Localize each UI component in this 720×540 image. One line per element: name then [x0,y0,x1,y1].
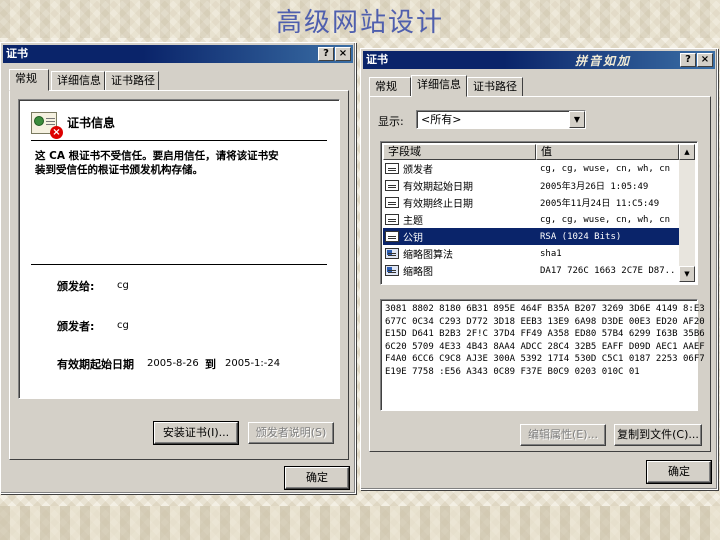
divider [31,264,327,265]
chevron-down-icon[interactable]: ▼ [569,111,585,128]
certificate-dialog-general: 证书 ? × 常规 详细信息 证书路径 × 证书信息 这 CA 根证书不受信任。… [0,42,356,494]
column-header-value[interactable]: 值 [536,144,679,160]
close-button[interactable]: × [335,47,351,61]
extension-icon [385,248,399,259]
list-item[interactable]: 颁发者 cg, cg, wuse, cn, wh, cn [383,160,679,177]
hex-line: E19E 7758 :E56 A343 0C89 F37E B0C9 0203 … [385,366,640,377]
scroll-down-icon[interactable]: ▼ [679,266,695,282]
slide-title: 高级网站设计 [275,8,444,38]
install-certificate-button[interactable]: 安装证书(I)... [153,421,239,445]
field-value: 2005年3月26日 1:05:49 [540,182,649,192]
tab-general[interactable]: 常规 [9,69,49,91]
copy-to-file-button[interactable]: 复制到文件(C)... [614,424,702,446]
field-name: 缩略图 [403,267,433,278]
field-name: 公钥 [403,233,423,244]
extension-icon [385,265,399,276]
title-bar: 证书 ? × [3,45,353,63]
decorative-bottom-border [0,506,720,540]
value-detail-box[interactable]: 3081 8802 8180 6B31 895E 464F B35A B207 … [380,299,705,411]
field-name: 有效期终止日期 [403,199,473,210]
hex-line: F4A0 6CC6 C9C8 AJ3E 300A 5392 17I4 530D … [385,354,705,364]
public-key-hex: 3081 8802 8180 6B31 895E 464F B35A B207 … [385,303,705,378]
show-label: 显示: [378,115,404,128]
untrusted-warning-line2: 装到受信任的根证书颁发机构存储。 [35,164,203,176]
tab-certificate-path[interactable]: 证书路径 [105,71,159,91]
hex-line: 677C 0C34 C293 D772 3D18 EEB3 13E9 6A98 … [385,316,705,327]
list-item[interactable]: 有效期终止日期 2005年11月24日 11:C5:49 [383,194,679,211]
help-button[interactable]: ? [318,47,334,61]
certificate-dialog-details: 证书 拼音如加 ? × 常规 详细信息 证书路径 显示: <所有> ▼ 字段域 … [360,48,718,490]
issued-to-value: cg [117,280,129,291]
show-dropdown[interactable]: <所有> ▼ [416,110,586,129]
field-value: DA17 726C 1663 2C7E D87.. [540,265,676,276]
issuer-statement-button[interactable]: 颁发者说明(S) [248,422,334,444]
validity-from: 2005-8-26 [147,358,199,369]
hex-line: 6C20 5709 4E33 4B43 8AA4 ADCC 28C4 32B5 … [385,341,705,352]
field-name: 缩略图算法 [403,250,453,261]
details-tab-panel: 显示: <所有> ▼ 字段域 值 颁发者 cg, cg, wuse, cn, w… [369,96,711,452]
tab-details[interactable]: 详细信息 [51,71,105,91]
vertical-scrollbar[interactable]: ▲ ▼ [679,144,695,282]
validity-to-label: 到 [205,358,216,371]
field-value: RSA (1024 Bits) [540,231,622,242]
hex-line: E15D D641 B2B3 2F!C 37D4 FF49 A358 ED80 … [385,329,705,339]
certificate-error-icon: × [31,112,63,139]
field-name: 颁发者 [403,165,433,176]
scroll-up-icon[interactable]: ▲ [679,144,695,160]
field-value: cg, cg, wuse, cn, wh, cn [540,163,671,174]
tab-details[interactable]: 详细信息 [411,75,467,97]
validity-to: 2005-1:-24 [225,358,281,369]
list-item[interactable]: 缩略图算法 sha1 [383,245,679,262]
list-item-selected[interactable]: 公钥 RSA (1024 Bits) [383,228,679,245]
certificate-info-box: × 证书信息 这 CA 根证书不受信任。要启用信任，请将该证书安 装到受信任的根… [18,99,340,399]
issued-by-label: 颁发者: [57,320,95,333]
general-tab-panel: × 证书信息 这 CA 根证书不受信任。要启用信任，请将该证书安 装到受信任的根… [9,90,349,460]
hex-line: 3081 8802 8180 6B31 895E 464F B35A B207 … [385,304,705,314]
field-value: sha1 [540,248,562,259]
help-button[interactable]: ? [680,53,696,67]
validity-label: 有效期起始日期 [57,358,134,371]
divider [31,140,327,141]
ok-button[interactable]: 确定 [646,460,712,484]
untrusted-warning-line1: 这 CA 根证书不受信任。要启用信任，请将该证书安 [35,150,279,162]
dialog-title: 证书 [366,53,388,66]
field-icon [385,231,399,242]
decorative-overlay-text: 拼音如加 [574,54,631,68]
title-bar: 证书 拼音如加 ? × [363,51,715,69]
dialog-title: 证书 [6,47,28,60]
field-icon [385,180,399,191]
list-header: 字段域 值 [383,144,679,160]
field-icon [385,163,399,174]
show-dropdown-value: <所有> [421,113,462,126]
column-header-field[interactable]: 字段域 [383,144,536,160]
issued-to-label: 颁发给: [57,280,95,293]
field-list: 字段域 值 颁发者 cg, cg, wuse, cn, wh, cn 有效期起始… [380,141,698,285]
field-name: 有效期起始日期 [403,182,473,193]
field-icon [385,214,399,225]
issued-by-value: cg [117,320,129,331]
list-item[interactable]: 缩略图 DA17 726C 1663 2C7E D87.. [383,262,679,279]
field-name: 主题 [403,216,423,227]
field-icon [385,197,399,208]
list-item[interactable]: 主题 cg, cg, wuse, cn, wh, cn [383,211,679,228]
tab-general[interactable]: 常规 [369,77,411,97]
info-heading: 证书信息 [67,116,116,130]
tab-certificate-path[interactable]: 证书路径 [467,77,523,97]
list-item[interactable]: 有效期起始日期 2005年3月26日 1:05:49 [383,177,679,194]
close-button[interactable]: × [697,53,713,67]
field-rows: 颁发者 cg, cg, wuse, cn, wh, cn 有效期起始日期 200… [383,160,679,279]
edit-properties-button[interactable]: 编辑属性(E)... [520,424,606,446]
ok-button[interactable]: 确定 [284,466,350,490]
field-value: cg, cg, wuse, cn, wh, cn [540,214,671,225]
field-value: 2005年11月24日 11:C5:49 [540,199,660,209]
